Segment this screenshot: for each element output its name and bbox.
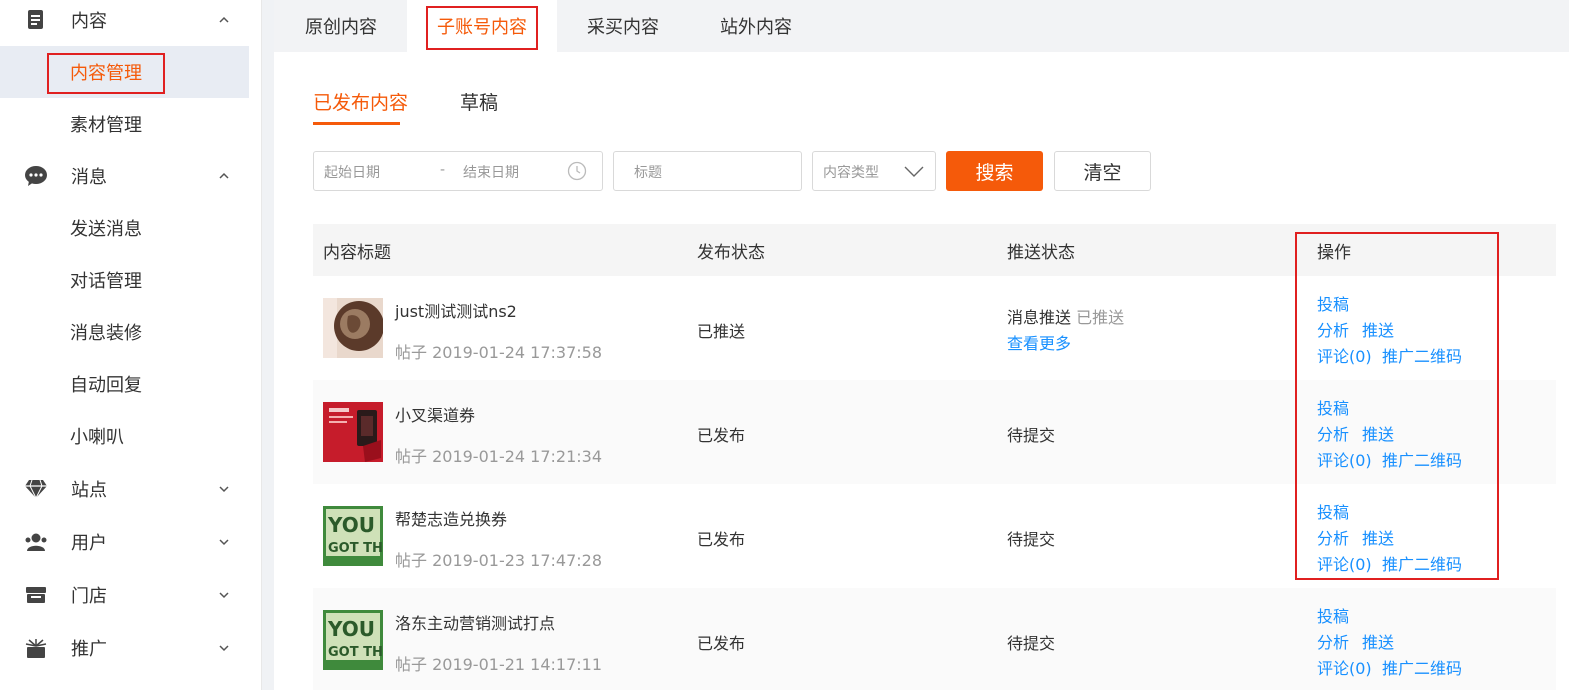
publish-status: 已发布 [697, 634, 746, 653]
nav-group-label: 消息 [71, 167, 107, 188]
publish-status: 已推送 [697, 322, 746, 341]
sidebar-item-label: 小喇叭 [70, 427, 124, 448]
content-title[interactable]: just测试测试ns2 [395, 298, 517, 322]
subtab-published[interactable]: 已发布内容 [313, 88, 408, 115]
sidebar-item-message-decoration[interactable]: 消息装修 [0, 306, 249, 358]
end-date-placeholder: 结束日期 [463, 165, 519, 181]
content-meta: 帖子 2019-01-23 17:47:28 [395, 551, 603, 570]
push-status: 消息推送 已推送 [1007, 304, 1124, 328]
highlight-box-actions-column [1295, 232, 1499, 580]
content-meta: 帖子 2019-01-21 14:17:11 [395, 655, 603, 674]
push-type: 消息推送 [1007, 308, 1072, 327]
tab-external[interactable]: 站外内容 [720, 0, 792, 52]
tab-label: 采买内容 [587, 17, 659, 38]
push-state: 已推送 [1076, 308, 1125, 327]
tab-purchased[interactable]: 采买内容 [587, 0, 659, 52]
content-meta: 帖子 2019-01-24 17:21:34 [395, 447, 603, 466]
sidebar-item-label: 自动回复 [70, 375, 142, 396]
chevron-up-icon [219, 16, 229, 23]
coffee-image [323, 298, 383, 358]
sidebar-item-label: 素材管理 [70, 115, 142, 136]
qrcode-link[interactable]: 推广二维码 [1382, 655, 1462, 679]
tab-label: 原创内容 [305, 17, 377, 38]
highlight-box-content-management [47, 53, 165, 94]
header-publish-status: 发布状态 [697, 243, 765, 263]
svg-text:YOU: YOU [327, 513, 375, 537]
sidebar-item-conversation[interactable]: 对话管理 [0, 254, 249, 306]
publish-status: 已发布 [697, 530, 746, 549]
content-meta: 帖子 2019-01-24 17:37:58 [395, 343, 603, 362]
content-title[interactable]: 帮楚志造兑换券 [395, 506, 507, 530]
nav-group-site[interactable]: 站点 [0, 463, 262, 515]
highlight-box-sub-account-tab [426, 6, 538, 50]
nav-group-promotion[interactable]: 推广 [0, 622, 262, 674]
users-icon [24, 530, 48, 554]
sidebar-item-material-management[interactable]: 素材管理 [0, 98, 249, 150]
sidebar-item-label: 消息装修 [70, 323, 142, 344]
content-title[interactable]: 小叉渠道券 [395, 402, 475, 426]
you-got-this-image: YOU GOT THIS [323, 506, 383, 566]
title-placeholder: 标题 [634, 165, 662, 181]
chat-bubble-icon [24, 164, 48, 188]
start-date-placeholder: 起始日期 [324, 165, 380, 181]
clock-icon [567, 161, 587, 181]
chevron-down-icon [219, 592, 229, 599]
svg-text:GOT THIS: GOT THIS [328, 541, 383, 556]
chevron-down-icon [904, 166, 924, 177]
push-link[interactable]: 推送 [1362, 629, 1394, 653]
red-coupon-image [323, 402, 383, 462]
search-button[interactable]: 搜索 [946, 151, 1043, 191]
push-status: 待提交 [1007, 530, 1056, 549]
title-input[interactable]: 标题 [613, 151, 802, 191]
table-row: YOU GOT THIS 洛东主动营销测试打点 帖子 2019-01-21 14:… [313, 588, 1556, 690]
sidebar: 内容 内容管理 素材管理 消息 发送消息 对话管理 消息装修 自动回复 小喇叭 … [0, 0, 262, 690]
analyze-link[interactable]: 分析 [1317, 629, 1349, 653]
nav-group-content[interactable]: 内容 [0, 0, 262, 46]
nav-group-label: 推广 [71, 639, 107, 660]
tab-original[interactable]: 原创内容 [305, 0, 377, 52]
sidebar-item-send-message[interactable]: 发送消息 [0, 202, 249, 254]
chevron-down-icon [219, 486, 229, 493]
sidebar-item-auto-reply[interactable]: 自动回复 [0, 358, 249, 410]
nav-group-label: 门店 [71, 586, 107, 607]
svg-text:YOU: YOU [327, 617, 375, 641]
subtab-draft[interactable]: 草稿 [460, 88, 498, 115]
header-push-status: 推送状态 [1007, 243, 1075, 263]
content-title[interactable]: 洛东主动营销测试打点 [395, 610, 555, 634]
nav-group-label: 站点 [71, 480, 107, 501]
sidebar-item-label: 发送消息 [70, 219, 142, 240]
content-type-select[interactable]: 内容类型 [812, 151, 936, 191]
push-status: 待提交 [1007, 634, 1056, 653]
content-type-placeholder: 内容类型 [823, 165, 879, 181]
nav-group-message[interactable]: 消息 [0, 150, 262, 202]
diamond-icon [24, 477, 48, 501]
publish-status: 已发布 [697, 426, 746, 445]
chevron-down-icon [219, 539, 229, 546]
nav-group-store[interactable]: 门店 [0, 569, 262, 621]
comment-link[interactable]: 评论(0) [1317, 655, 1372, 679]
promotion-icon [24, 636, 48, 660]
clear-button[interactable]: 清空 [1054, 151, 1151, 191]
store-icon [24, 583, 48, 607]
active-subtab-underline [313, 122, 400, 125]
sidebar-item-speaker[interactable]: 小喇叭 [0, 410, 249, 462]
header-title: 内容标题 [323, 243, 391, 263]
chevron-down-icon [219, 645, 229, 652]
chevron-up-icon [219, 172, 229, 179]
tab-label: 站外内容 [720, 17, 792, 38]
nav-group-label: 内容 [71, 11, 107, 32]
push-status: 待提交 [1007, 426, 1056, 445]
main-content: 原创内容 子账号内容 采买内容 站外内容 已发布内容 草稿 起始日期 - 结束日… [274, 0, 1569, 690]
app-root: 内容 内容管理 素材管理 消息 发送消息 对话管理 消息装修 自动回复 小喇叭 … [0, 0, 1569, 690]
document-icon [24, 8, 48, 32]
sidebar-item-label: 对话管理 [70, 271, 142, 292]
nav-group-label: 用户 [71, 533, 107, 554]
svg-text:GOT THIS: GOT THIS [328, 645, 383, 660]
date-range-picker[interactable]: 起始日期 - 结束日期 [313, 151, 603, 191]
you-got-this-image: YOU GOT THIS [323, 610, 383, 670]
date-separator: - [440, 162, 446, 178]
nav-group-user[interactable]: 用户 [0, 516, 262, 568]
view-more-link[interactable]: 查看更多 [1007, 330, 1071, 354]
submit-link[interactable]: 投稿 [1317, 603, 1349, 627]
